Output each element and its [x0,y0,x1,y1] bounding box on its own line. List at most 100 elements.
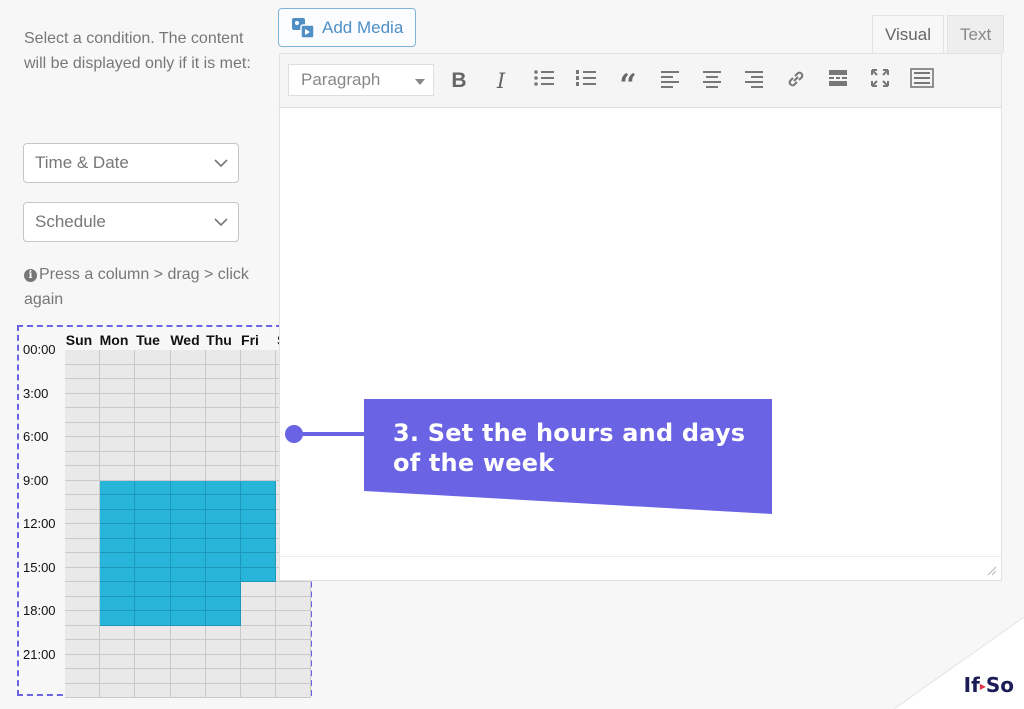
schedule-cell[interactable] [205,683,241,698]
schedule-cell[interactable] [100,509,136,524]
schedule-cell[interactable] [65,683,101,698]
schedule-cell[interactable] [135,451,171,466]
schedule-cell[interactable] [205,451,241,466]
schedule-cell[interactable] [135,393,171,408]
schedule-cell[interactable] [205,509,241,524]
schedule-cell[interactable] [241,640,277,655]
schedule-cell[interactable] [170,669,206,684]
schedule-cell[interactable] [241,553,277,568]
schedule-cell[interactable] [170,451,206,466]
schedule-grid[interactable]: SunMonTueWedThuFriSat 00:003:006:009:001… [17,325,312,698]
schedule-cell[interactable] [170,524,206,539]
day-header-tue[interactable]: Tue [132,332,164,348]
schedule-cell[interactable] [100,654,136,669]
schedule-cell[interactable] [65,408,101,423]
resize-handle-icon[interactable] [985,564,997,576]
schedule-cell[interactable] [100,364,136,379]
schedule-cell[interactable] [276,611,312,626]
read-more-icon[interactable] [825,68,851,94]
schedule-cell[interactable] [170,509,206,524]
schedule-cell[interactable] [65,466,101,481]
schedule-cell[interactable] [135,480,171,495]
schedule-cell[interactable] [205,553,241,568]
schedule-cell[interactable] [170,611,206,626]
schedule-cell[interactable] [241,480,277,495]
schedule-cell[interactable] [65,669,101,684]
schedule-cell[interactable] [135,408,171,423]
schedule-cell[interactable] [205,567,241,582]
schedule-cell[interactable] [135,669,171,684]
schedule-cell[interactable] [205,466,241,481]
day-header-mon[interactable]: Mon [98,332,130,348]
schedule-cell[interactable] [241,611,277,626]
schedule-cell[interactable] [65,640,101,655]
schedule-cell[interactable] [65,364,101,379]
schedule-cell[interactable] [170,466,206,481]
fullscreen-icon[interactable] [867,68,893,94]
schedule-cell[interactable] [205,379,241,394]
schedule-cell[interactable] [205,640,241,655]
schedule-cell[interactable] [65,350,101,365]
schedule-cell[interactable] [100,350,136,365]
schedule-cell[interactable] [135,495,171,510]
schedule-cell[interactable] [100,582,136,597]
schedule-cell[interactable] [205,582,241,597]
schedule-cell[interactable] [170,393,206,408]
schedule-cell[interactable] [241,538,277,553]
schedule-cell[interactable] [100,393,136,408]
schedule-cell[interactable] [276,625,312,640]
condition-subtype-select[interactable]: Schedule [23,202,239,242]
align-center-icon[interactable] [699,68,725,94]
schedule-cell[interactable] [65,538,101,553]
schedule-cell[interactable] [135,364,171,379]
schedule-cell[interactable] [170,596,206,611]
schedule-cell[interactable] [205,437,241,452]
schedule-cell[interactable] [135,640,171,655]
schedule-cell[interactable] [100,466,136,481]
schedule-cell[interactable] [170,379,206,394]
schedule-cell[interactable] [205,538,241,553]
align-right-icon[interactable] [741,68,767,94]
schedule-cell[interactable] [100,683,136,698]
schedule-cell[interactable] [170,625,206,640]
schedule-cell[interactable] [241,422,277,437]
schedule-cell[interactable] [205,654,241,669]
schedule-cell[interactable] [100,495,136,510]
schedule-cell[interactable] [170,567,206,582]
schedule-cell[interactable] [135,596,171,611]
schedule-cell[interactable] [241,524,277,539]
schedule-cell[interactable] [205,408,241,423]
schedule-cell[interactable] [205,480,241,495]
schedule-cell[interactable] [135,350,171,365]
schedule-cell[interactable] [135,379,171,394]
bullet-list-icon[interactable] [531,68,557,94]
schedule-cell[interactable] [100,379,136,394]
schedule-cell[interactable] [65,524,101,539]
schedule-cell[interactable] [135,567,171,582]
schedule-cell[interactable] [135,437,171,452]
schedule-cell[interactable] [205,495,241,510]
day-header-thu[interactable]: Thu [203,332,235,348]
schedule-cell[interactable] [241,582,277,597]
schedule-cell[interactable] [205,524,241,539]
schedule-cell[interactable] [100,640,136,655]
day-header-fri[interactable]: Fri [234,332,266,348]
schedule-cell[interactable] [100,408,136,423]
schedule-cell[interactable] [170,350,206,365]
schedule-cell[interactable] [170,437,206,452]
toolbar-toggle-icon[interactable] [909,68,935,94]
day-header-wed[interactable]: Wed [169,332,201,348]
schedule-cell[interactable] [241,495,277,510]
schedule-cell[interactable] [170,538,206,553]
bold-icon[interactable]: B [446,68,472,94]
schedule-cell[interactable] [205,596,241,611]
schedule-cell[interactable] [170,654,206,669]
schedule-cell[interactable] [100,611,136,626]
italic-icon[interactable]: I [488,68,514,94]
schedule-cell[interactable] [100,437,136,452]
schedule-cell[interactable] [170,683,206,698]
condition-type-select[interactable]: Time & Date [23,143,239,183]
schedule-cell[interactable] [135,524,171,539]
schedule-cell[interactable] [100,669,136,684]
numbered-list-icon[interactable] [573,68,599,94]
